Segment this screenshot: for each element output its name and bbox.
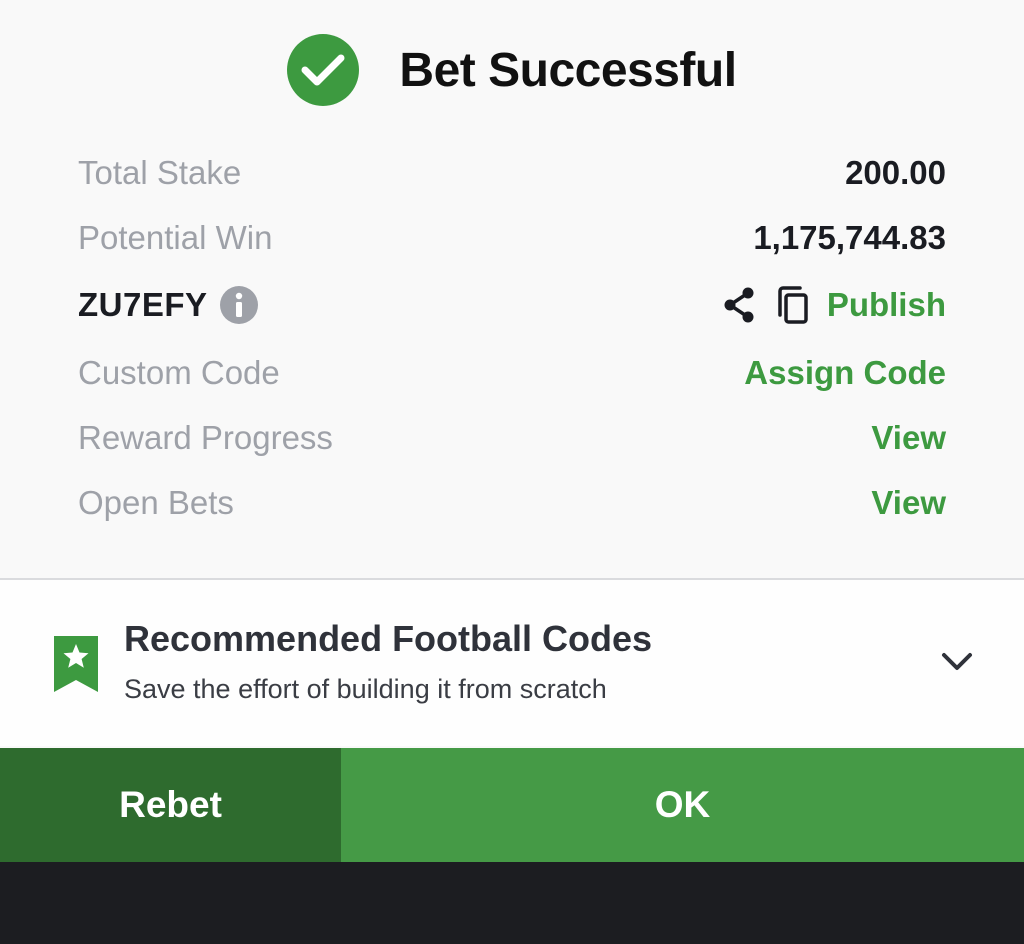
share-icon[interactable] [719, 285, 759, 325]
assign-code-link[interactable]: Assign Code [744, 354, 946, 392]
booking-code-row: ZU7EFY Publish [78, 270, 946, 340]
recommended-codes-panel[interactable]: Recommended Football Codes Save the effo… [0, 580, 1024, 746]
bet-summary: Total Stake 200.00 Potential Win 1,175,7… [78, 140, 946, 535]
booking-code-group: ZU7EFY [78, 286, 258, 324]
reward-progress-label: Reward Progress [78, 418, 333, 456]
total-stake-label: Total Stake [78, 153, 242, 191]
custom-code-label: Custom Code [78, 353, 280, 391]
potential-win-row: Potential Win 1,175,744.83 [78, 205, 946, 270]
open-bets-row: Open Bets View [78, 470, 946, 535]
check-circle-icon [287, 34, 360, 106]
open-bets-label: Open Bets [78, 483, 234, 521]
info-icon[interactable] [219, 286, 258, 324]
copy-icon[interactable] [773, 285, 813, 325]
potential-win-label: Potential Win [78, 218, 273, 256]
reward-progress-view-link[interactable]: View [871, 419, 946, 457]
booking-code: ZU7EFY [78, 286, 208, 323]
bet-success-sheet: Bet Successful Total Stake 200.00 Potent… [0, 0, 1024, 748]
recommended-subtitle: Save the effort of building it from scra… [124, 674, 607, 704]
reward-progress-row: Reward Progress View [78, 405, 946, 470]
chevron-down-icon[interactable] [938, 646, 976, 676]
publish-link[interactable]: Publish [827, 286, 946, 324]
potential-win-value: 1,175,744.83 [753, 218, 946, 256]
rebet-button[interactable]: Rebet [0, 748, 341, 862]
total-stake-value: 200.00 [845, 153, 946, 191]
page-title: Bet Successful [399, 43, 737, 97]
recommended-title: Recommended Football Codes [124, 618, 653, 659]
booking-code-actions: Publish [719, 285, 946, 325]
bottom-bar [0, 862, 1024, 944]
action-buttons: Rebet OK [0, 748, 1024, 862]
total-stake-row: Total Stake 200.00 [78, 140, 946, 205]
open-bets-view-link[interactable]: View [871, 484, 946, 522]
ok-button[interactable]: OK [341, 748, 1024, 862]
bookmark-star-icon [52, 634, 100, 694]
custom-code-row: Custom Code Assign Code [78, 340, 946, 405]
header: Bet Successful [0, 32, 1024, 108]
